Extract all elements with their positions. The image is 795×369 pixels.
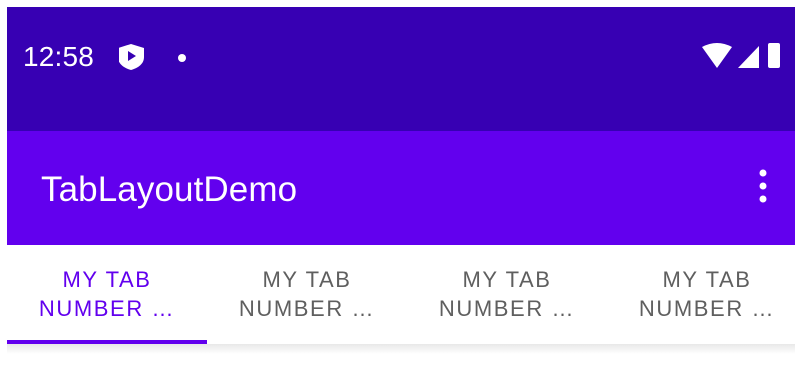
tab-label: MY TAB NUMBER …	[638, 266, 776, 321]
wifi-icon	[702, 43, 732, 68]
battery-icon	[768, 43, 780, 68]
tab-label: MY TAB NUMBER …	[438, 266, 576, 321]
status-bar: 12:58	[7, 7, 795, 131]
status-left-icons	[119, 44, 186, 70]
overflow-menu-icon[interactable]	[745, 165, 781, 209]
status-right-icons	[702, 43, 780, 68]
tab-1[interactable]: MY TAB NUMBER …	[7, 245, 207, 344]
tab-bar-shadow	[7, 344, 795, 354]
notification-dot-icon	[178, 54, 186, 62]
tab-4[interactable]: MY TAB NUMBER …	[607, 245, 795, 344]
tab-3[interactable]: MY TAB NUMBER …	[407, 245, 607, 344]
app-screen: 12:58 TabLayoutDemo MY TAB NUMBER … MY T…	[0, 0, 795, 369]
tab-2[interactable]: MY TAB NUMBER …	[207, 245, 407, 344]
tab-label: MY TAB NUMBER …	[238, 266, 376, 321]
app-bar: TabLayoutDemo	[7, 131, 795, 245]
shield-play-icon	[119, 44, 144, 70]
tab-label: MY TAB NUMBER …	[38, 266, 176, 321]
cell-signal-icon	[738, 46, 759, 68]
status-time: 12:58	[23, 41, 95, 72]
app-title: TabLayoutDemo	[41, 170, 298, 209]
content-area	[7, 354, 795, 369]
tab-bar: MY TAB NUMBER … MY TAB NUMBER … MY TAB N…	[7, 245, 795, 344]
